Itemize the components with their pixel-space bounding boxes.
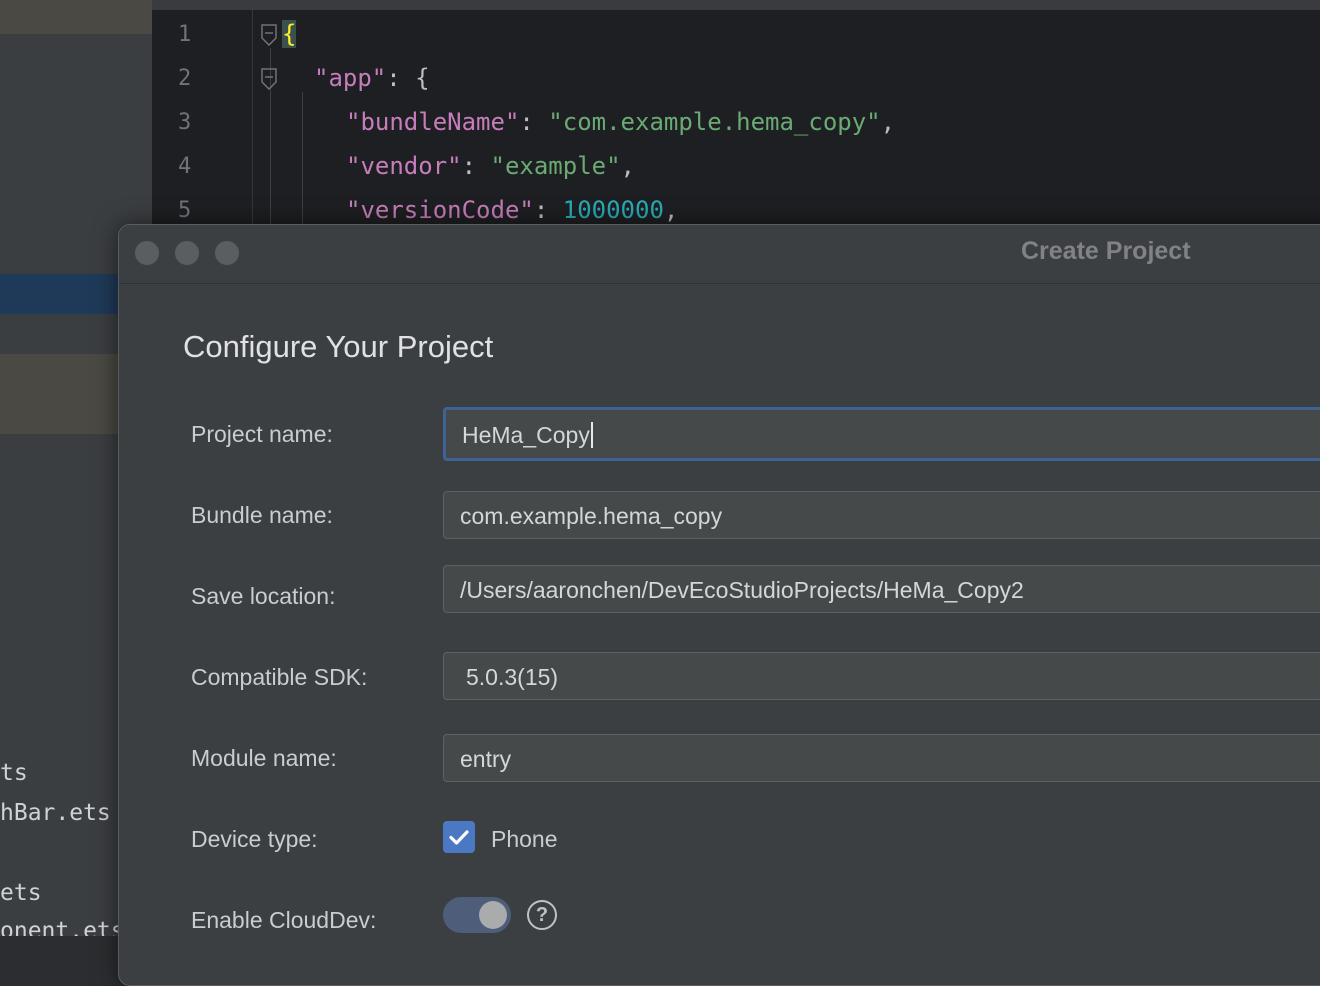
clouddev-toggle[interactable] bbox=[443, 897, 511, 933]
tree-file-item[interactable]: onent.ets bbox=[0, 918, 125, 936]
json-string: "com.example.hema_copy" bbox=[548, 108, 881, 136]
compatible-sdk-select[interactable]: 5.0.3(15) bbox=[443, 652, 1320, 700]
text-caret bbox=[590, 422, 593, 448]
minimize-window-button[interactable] bbox=[175, 241, 199, 265]
line-number: 4 bbox=[178, 154, 192, 179]
code-line-4: "vendor": "example", bbox=[346, 152, 635, 180]
project-name-value: HeMa_Copy bbox=[462, 422, 593, 449]
punctuation: : bbox=[519, 108, 549, 136]
punctuation: : bbox=[461, 152, 491, 180]
bundle-name-input[interactable]: com.example.hema_copy bbox=[443, 491, 1320, 539]
tree-file-item[interactable]: hBar.ets bbox=[0, 800, 111, 826]
module-name-input[interactable]: entry bbox=[443, 734, 1320, 782]
fold-collapse-icon[interactable] bbox=[261, 68, 277, 90]
bundle-name-label: Bundle name: bbox=[191, 502, 333, 528]
line-number: 1 bbox=[178, 22, 192, 47]
module-name-label: Module name: bbox=[191, 745, 337, 771]
json-key: "app" bbox=[314, 64, 387, 92]
project-name-text: HeMa_Copy bbox=[462, 422, 590, 448]
help-icon[interactable]: ? bbox=[527, 900, 557, 930]
line-number: 3 bbox=[178, 110, 192, 135]
dialog-title: Create Project bbox=[1021, 237, 1191, 265]
phone-checkbox[interactable] bbox=[443, 821, 475, 853]
code-line-2: "app": { bbox=[314, 64, 430, 92]
json-key: "bundleName" bbox=[346, 108, 520, 136]
json-key: "vendor" bbox=[346, 152, 462, 180]
json-string: "example" bbox=[490, 152, 621, 180]
project-name-label: Project name: bbox=[191, 421, 333, 447]
save-location-input[interactable]: /Users/aaronchen/DevEcoStudioProjects/He… bbox=[443, 565, 1320, 613]
create-project-dialog: Create Project Configure Your Project Pr… bbox=[118, 224, 1320, 986]
punctuation: { bbox=[415, 64, 430, 92]
json-number: 1000000 bbox=[562, 196, 664, 224]
save-location-value: /Users/aaronchen/DevEcoStudioProjects/He… bbox=[460, 577, 1024, 603]
close-window-button[interactable] bbox=[135, 241, 159, 265]
tree-file-item[interactable]: ts bbox=[0, 760, 28, 786]
punctuation: , bbox=[620, 152, 635, 180]
matched-brace: { bbox=[282, 20, 297, 48]
line-number: 2 bbox=[178, 66, 192, 91]
json-key: "versionCode" bbox=[346, 196, 534, 224]
compatible-sdk-label: Compatible SDK: bbox=[191, 664, 368, 690]
fold-collapse-icon[interactable] bbox=[261, 24, 277, 46]
punctuation: , bbox=[663, 196, 679, 224]
project-name-input[interactable]: HeMa_Copy bbox=[443, 407, 1320, 461]
dialog-titlebar[interactable]: Create Project bbox=[119, 225, 1320, 284]
save-location-label: Save location: bbox=[191, 583, 336, 609]
page-heading: Configure Your Project bbox=[183, 329, 494, 364]
checkmark-icon bbox=[449, 830, 469, 845]
module-name-value: entry bbox=[460, 746, 512, 772]
code-line-5: "versionCode": 1000000, bbox=[346, 196, 678, 224]
editor-tab-bar bbox=[152, 0, 1320, 10]
code-line-3: "bundleName": "com.example.hema_copy", bbox=[346, 108, 895, 136]
code-line-1: { bbox=[282, 20, 297, 48]
toggle-knob bbox=[479, 901, 507, 929]
tree-file-item[interactable]: ets bbox=[0, 880, 42, 906]
device-type-label: Device type: bbox=[191, 826, 318, 852]
punctuation: : bbox=[386, 64, 416, 92]
zoom-window-button[interactable] bbox=[215, 241, 239, 265]
line-number: 5 bbox=[178, 198, 192, 223]
panel-header-band bbox=[0, 0, 152, 34]
punctuation: , bbox=[880, 108, 896, 136]
phone-option-label[interactable]: Phone bbox=[491, 826, 558, 853]
bundle-name-value: com.example.hema_copy bbox=[460, 503, 723, 529]
compatible-sdk-value: 5.0.3(15) bbox=[466, 664, 559, 690]
punctuation: : bbox=[533, 196, 563, 224]
enable-clouddev-label: Enable CloudDev: bbox=[191, 907, 377, 933]
